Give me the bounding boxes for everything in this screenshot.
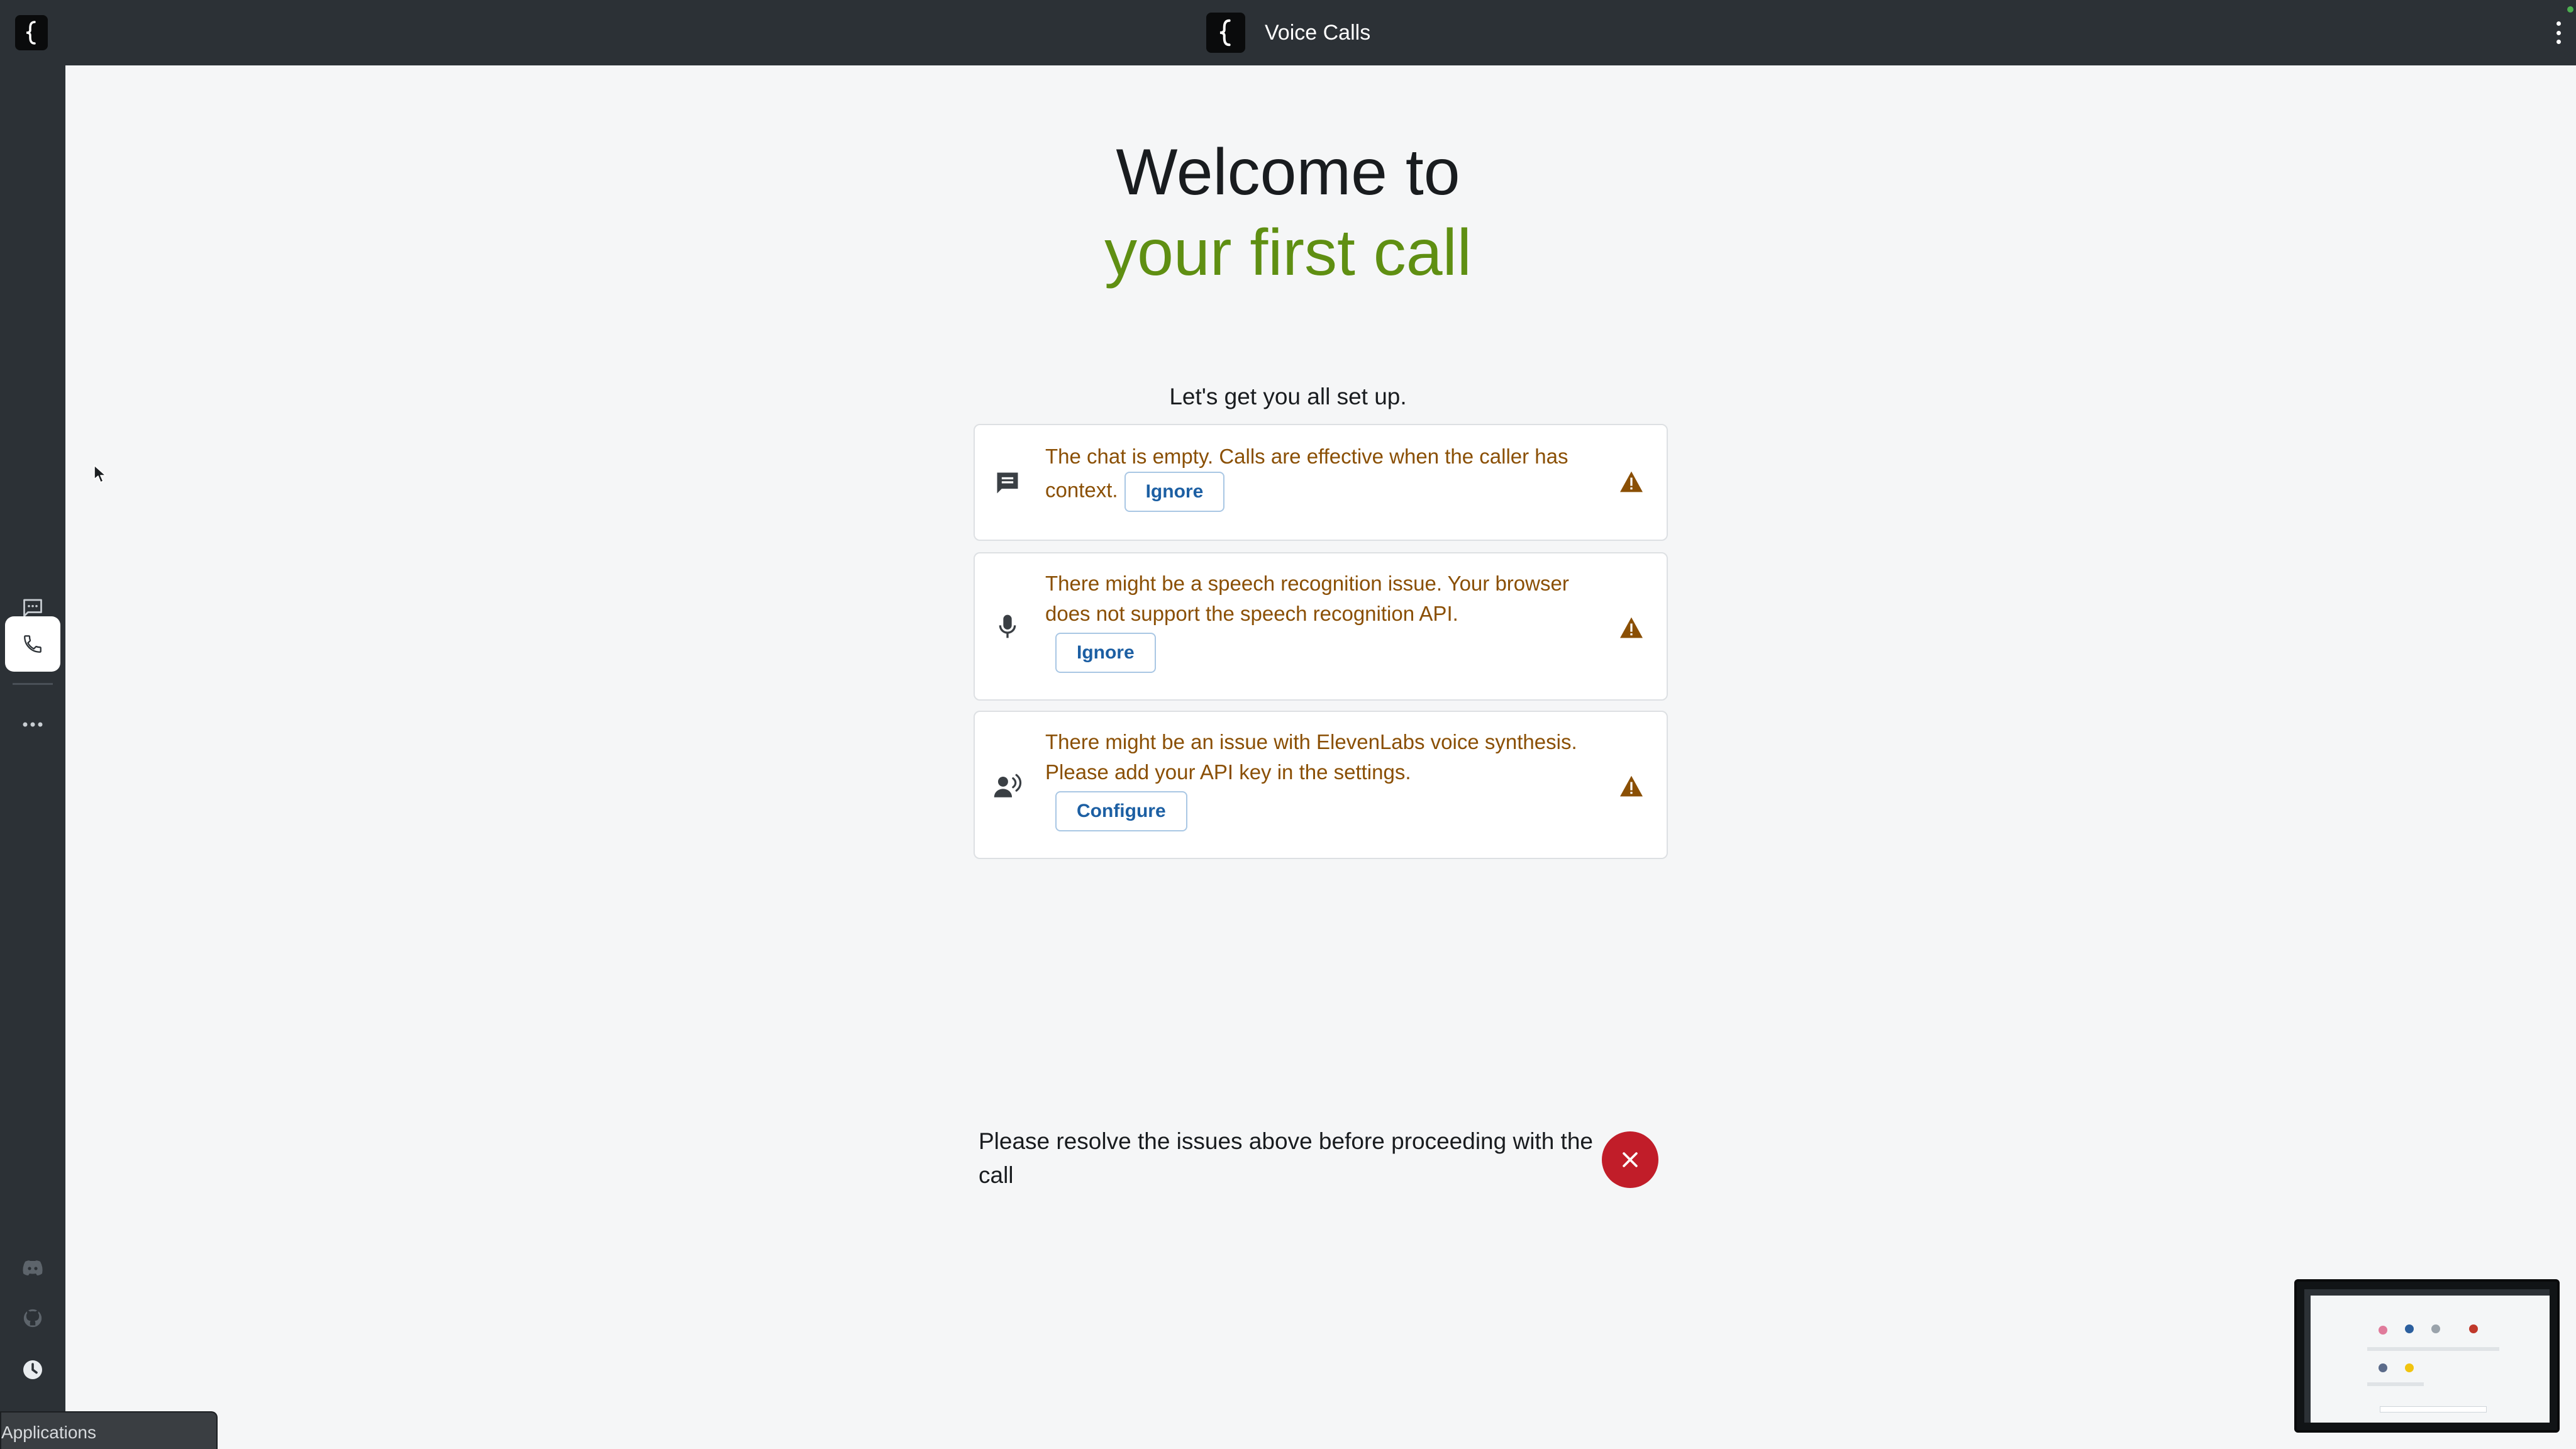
app-title: Voice Calls xyxy=(1265,21,1371,45)
check-message: The chat is empty. Calls are effective w… xyxy=(1045,445,1568,502)
ignore-button[interactable]: Ignore xyxy=(1124,472,1225,512)
warning-icon xyxy=(1618,772,1645,800)
warning-icon xyxy=(1618,614,1645,641)
check-card-chat: The chat is empty. Calls are effective w… xyxy=(974,424,1668,541)
top-bar: Voice Calls xyxy=(0,0,2576,65)
sidebar-item-more[interactable] xyxy=(5,697,60,752)
close-icon xyxy=(1623,1152,1638,1167)
welcome-title: Welcome to xyxy=(1116,136,1460,209)
check-message: There might be an issue with ElevenLabs … xyxy=(1045,730,1577,784)
resolve-message: Please resolve the issues above before p… xyxy=(979,1128,1593,1188)
discord-icon[interactable] xyxy=(5,1240,60,1296)
check-message: There might be a speech recognition issu… xyxy=(1045,572,1569,625)
kebab-menu-icon[interactable] xyxy=(2551,18,2566,48)
workspace-preview-thumbnail xyxy=(2304,1289,2550,1423)
ignore-button[interactable]: Ignore xyxy=(1055,633,1156,673)
brand-logo-icon xyxy=(1206,13,1245,53)
github-icon[interactable] xyxy=(5,1291,60,1346)
applications-menu[interactable]: Applications xyxy=(0,1411,218,1449)
more-horizontal-icon xyxy=(23,722,43,727)
check-card-voice: There might be an issue with ElevenLabs … xyxy=(974,711,1668,859)
warning-icon xyxy=(1618,468,1645,496)
microphone-icon xyxy=(992,611,1023,641)
voice-speaker-icon xyxy=(992,771,1023,801)
phone-icon xyxy=(24,635,42,653)
update-icon[interactable] xyxy=(5,1342,60,1397)
sidebar-divider xyxy=(13,683,53,685)
app-logo-icon[interactable] xyxy=(15,15,48,50)
workspace-preview[interactable] xyxy=(2294,1279,2560,1433)
welcome-highlight: your first call xyxy=(1104,216,1472,289)
chat-icon xyxy=(23,599,42,617)
check-card-speech: There might be a speech recognition issu… xyxy=(974,552,1668,701)
sidebar-item-call[interactable] xyxy=(5,616,60,672)
mouse-cursor-icon xyxy=(93,464,107,487)
chat-bubble-icon xyxy=(992,468,1023,498)
cancel-call-button[interactable] xyxy=(1602,1131,1658,1188)
configure-button[interactable]: Configure xyxy=(1055,791,1187,831)
status-indicator xyxy=(2567,6,2573,13)
setup-subtitle: Let's get you all set up. xyxy=(1169,384,1407,409)
